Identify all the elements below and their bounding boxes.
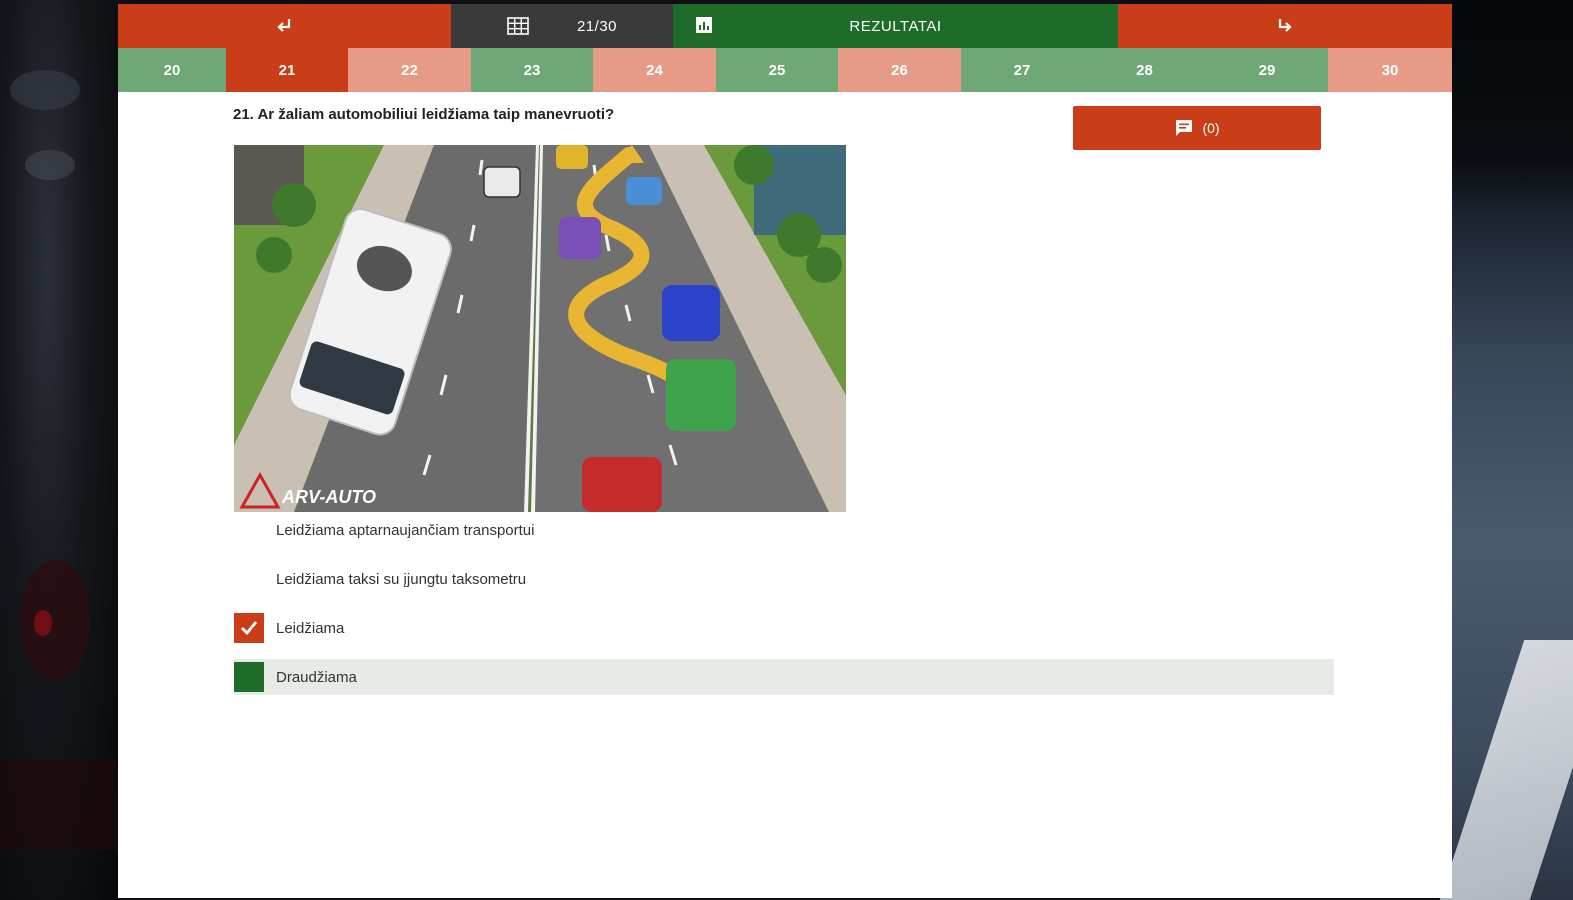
answer-checkbox[interactable] [234, 613, 264, 643]
question-number-button[interactable]: 30 [1328, 48, 1452, 92]
question-number-button[interactable]: 29 [1206, 48, 1328, 92]
results-label: REZULTATAI [849, 17, 942, 35]
answer-text: Leidžiama taksi su įjungtu taksometru [276, 570, 527, 588]
background-right [1439, 0, 1573, 900]
answer-option[interactable]: Leidžiama taksi su įjungtu taksometru [234, 561, 1334, 597]
question-number-button[interactable]: 25 [716, 48, 838, 92]
question-number-button[interactable]: 27 [961, 48, 1083, 92]
question-image: ARV-AUTO [234, 145, 846, 512]
question-number-button[interactable]: 21 [226, 48, 348, 92]
background-left [0, 0, 118, 900]
answer-checkbox[interactable] [234, 515, 264, 545]
answer-text: Leidžiama aptarnaujančiam transportui [276, 521, 535, 539]
quiz-app: 21/30 REZULTATAI 20 21 22 23 24 25 26 27 [118, 4, 1452, 898]
answer-text: Leidžiama [276, 619, 345, 637]
answer-option-correct[interactable]: Draudžiama [234, 659, 1334, 695]
answer-option[interactable]: Leidžiama aptarnaujančiam transportui [234, 512, 1334, 548]
answer-checkbox[interactable] [234, 662, 264, 692]
grid-icon [507, 17, 529, 35]
image-watermark: ARV-AUTO [281, 487, 376, 507]
results-button[interactable]: REZULTATAI [673, 4, 1118, 48]
question-counter[interactable]: 21/30 [451, 4, 673, 48]
question-number-button[interactable]: 24 [593, 48, 716, 92]
question-number-button[interactable]: 26 [838, 48, 961, 92]
answer-option[interactable]: Leidžiama [234, 610, 1334, 646]
answer-text: Draudžiama [276, 668, 357, 686]
answer-checkbox[interactable] [234, 564, 264, 594]
comments-button[interactable]: (0) [1073, 106, 1321, 150]
return-left-arrow-icon [276, 19, 290, 32]
results-icon [696, 17, 712, 33]
next-question-button[interactable] [1118, 4, 1452, 48]
comment-icon [1176, 120, 1193, 136]
question-number-button[interactable]: 20 [118, 48, 226, 92]
question-content: 21. Ar žaliam automobiliui leidžiama tai… [118, 92, 1452, 898]
counter-text: 21/30 [576, 17, 618, 35]
question-number-button[interactable]: 28 [1083, 48, 1206, 92]
previous-question-button[interactable] [118, 4, 451, 48]
return-right-arrow-icon [1278, 19, 1292, 32]
question-number-strip: 20 21 22 23 24 25 26 27 28 29 30 [118, 48, 1452, 92]
question-text: 21. Ar žaliam automobiliui leidžiama tai… [233, 106, 615, 123]
top-bar: 21/30 REZULTATAI [118, 4, 1452, 48]
question-number-button[interactable]: 22 [348, 48, 471, 92]
checkmark-icon [241, 621, 258, 636]
question-number-button[interactable]: 23 [471, 48, 593, 92]
traffic-scene: ARV-AUTO [234, 145, 846, 512]
comments-count: (0) [1202, 120, 1220, 136]
